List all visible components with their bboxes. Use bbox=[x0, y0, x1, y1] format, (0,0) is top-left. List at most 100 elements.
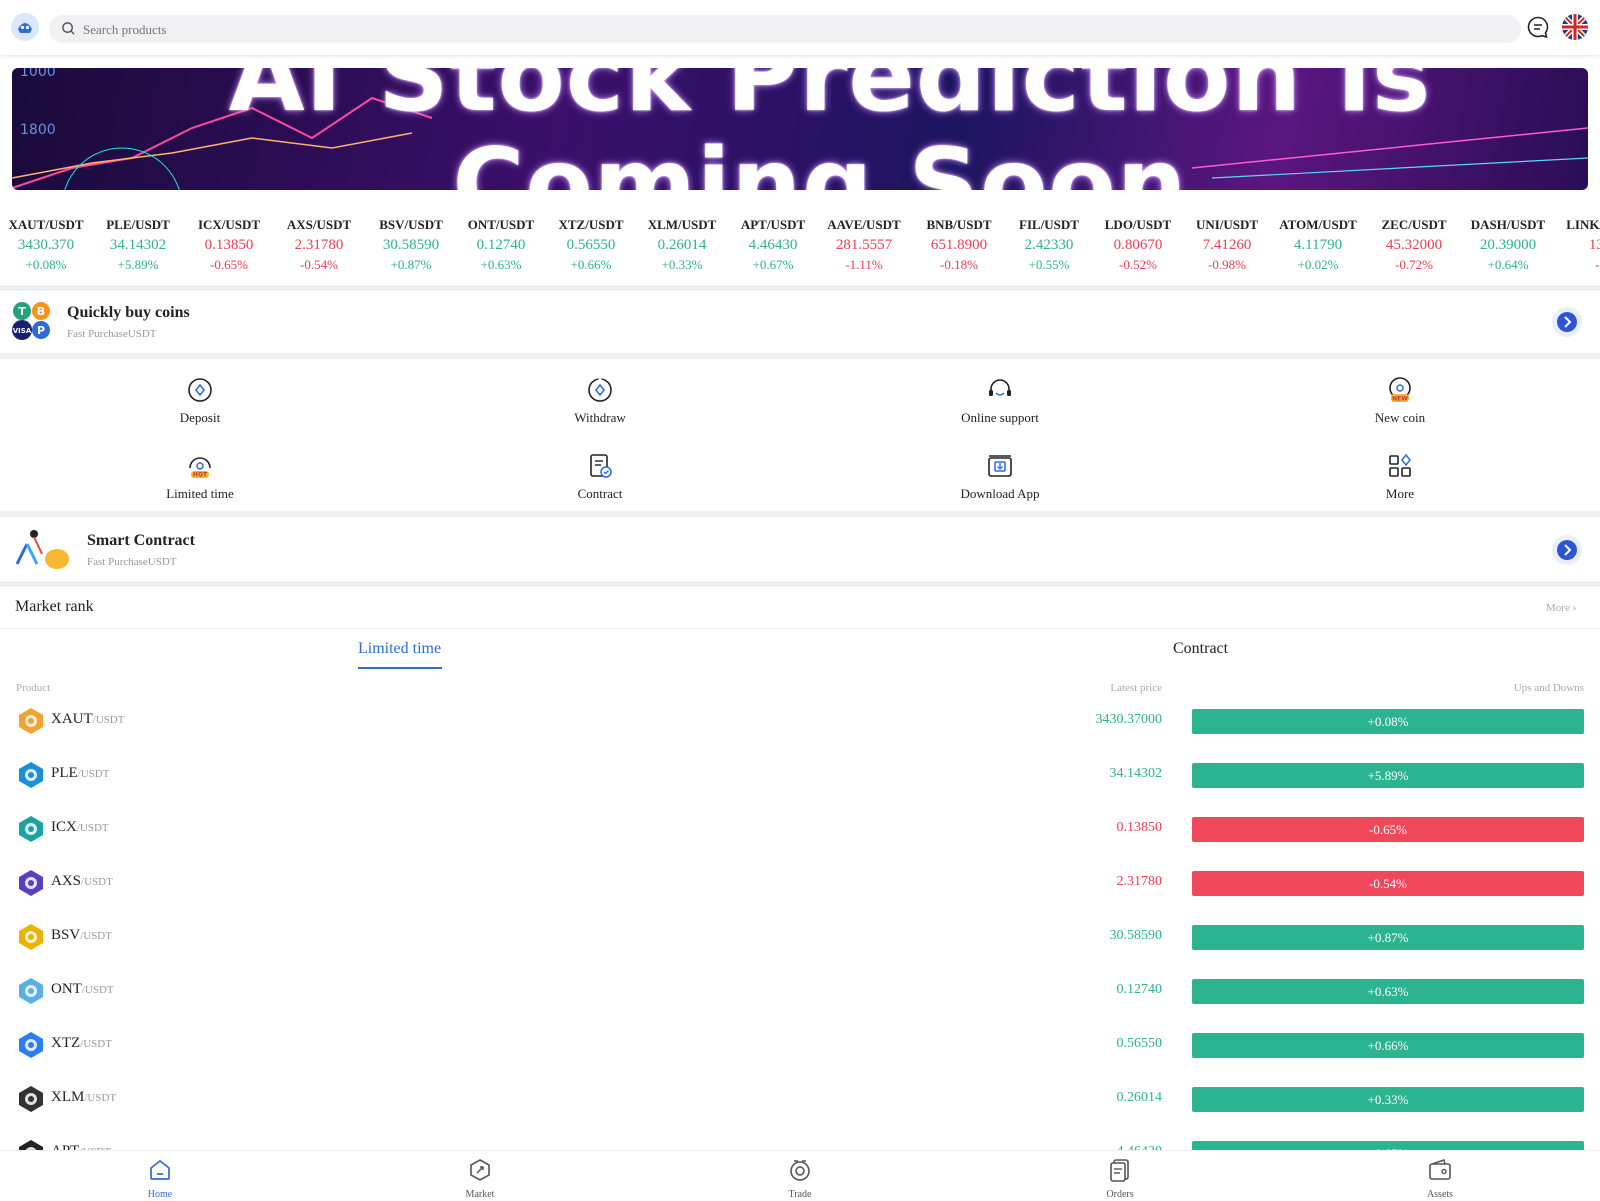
xaut-coin-icon bbox=[19, 708, 43, 734]
ticker-item[interactable]: XAUT/USDT 3430.370 +0.08% bbox=[0, 215, 92, 275]
ticker-item[interactable]: ZEC/USDT 45.32000 -0.72% bbox=[1368, 215, 1460, 275]
nav-label: Home bbox=[147, 1189, 173, 1200]
ticker-item[interactable]: ATOM/USDT 4.11790 +0.02% bbox=[1272, 215, 1364, 275]
nav-item-home[interactable]: Home bbox=[120, 1157, 200, 1200]
ticker-item[interactable]: BSV/USDT 30.58590 +0.87% bbox=[365, 215, 457, 275]
tab-contract[interactable]: Contract bbox=[1173, 640, 1228, 658]
table-row[interactable]: BSV/USDT 30.58590 +0.87% bbox=[0, 913, 1600, 967]
grid-item-limited-time[interactable]: HOT Limited time bbox=[140, 452, 260, 502]
table-row[interactable]: XTZ/USDT 0.56550 +0.66% bbox=[0, 1021, 1600, 1075]
axs-coin-icon bbox=[19, 870, 43, 896]
ticker-change: +0.33% bbox=[661, 257, 703, 272]
nav-label: Assets bbox=[1426, 1189, 1454, 1200]
grid-item-more[interactable]: More bbox=[1340, 452, 1460, 502]
latest-price: 3430.37000 bbox=[1095, 712, 1163, 727]
ticker-change: -1. bbox=[1594, 257, 1600, 272]
grid-item-download-app[interactable]: Download App bbox=[940, 452, 1060, 502]
uk-flag-icon[interactable] bbox=[1562, 14, 1588, 40]
nav-item-orders[interactable]: Orders bbox=[1080, 1157, 1160, 1200]
price-ticker: XAUT/USDT 3430.370 +0.08% PLE/USDT 34.14302 +… bbox=[0, 215, 1600, 287]
ticker-price: 2.42330 bbox=[1024, 237, 1074, 253]
ticker-item[interactable]: UNI/USDT 7.41260 -0.98% bbox=[1181, 215, 1273, 275]
ticker-price: 0.80670 bbox=[1113, 237, 1163, 253]
symbol-base: XLM bbox=[51, 1089, 85, 1105]
ticker-pair: LINK/USDT bbox=[1566, 217, 1600, 232]
grid-item-label: More bbox=[1385, 486, 1415, 501]
promo-banner[interactable]: 1000 1800 AI Stock Prediction is Coming … bbox=[12, 68, 1588, 190]
home-icon bbox=[150, 1159, 170, 1180]
change-badge: -0.65% bbox=[1192, 817, 1584, 842]
table-row[interactable]: ONT/USDT 0.12740 +0.63% bbox=[0, 967, 1600, 1021]
symbol-quote: /USDT bbox=[80, 930, 112, 942]
ticker-item[interactable]: FIL/USDT 2.42330 +0.55% bbox=[1003, 215, 1095, 275]
table-row[interactable]: PLE/USDT 34.14302 +5.89% bbox=[0, 751, 1600, 805]
ticker-item[interactable]: AAVE/USDT 281.5557 -1.11% bbox=[818, 215, 910, 275]
grid-item-deposit[interactable]: Deposit bbox=[140, 376, 260, 426]
ticker-price: 4.11790 bbox=[1293, 237, 1343, 253]
ticker-pair: LDO/USDT bbox=[1104, 217, 1172, 232]
latest-price: 30.58590 bbox=[1109, 928, 1163, 943]
ticker-item[interactable]: XTZ/USDT 0.56550 +0.66% bbox=[545, 215, 637, 275]
grid-item-online-support[interactable]: Online support bbox=[940, 376, 1060, 426]
latest-price: 0.26014 bbox=[1116, 1090, 1163, 1105]
product-symbol: BSV/USDT bbox=[51, 927, 112, 944]
chevron-right-icon bbox=[1564, 544, 1572, 556]
ticker-change: -0.72% bbox=[1395, 257, 1433, 272]
nav-item-trade[interactable]: Trade bbox=[760, 1157, 840, 1200]
grid-item-withdraw[interactable]: Withdraw bbox=[540, 376, 660, 426]
banner-axis-label: 1000 bbox=[20, 68, 56, 80]
chevron-right-icon: › bbox=[1572, 602, 1577, 614]
ticker-item[interactable]: ONT/USDT 0.12740 +0.63% bbox=[455, 215, 547, 275]
table-row[interactable]: XAUT/USDT 3430.37000 +0.08% bbox=[0, 697, 1600, 751]
chat-icon[interactable] bbox=[1526, 15, 1550, 39]
ticker-change: +0.66% bbox=[570, 257, 612, 272]
grid-item-contract[interactable]: Contract bbox=[540, 452, 660, 502]
col-header-price: Latest price bbox=[1110, 682, 1162, 694]
search-bar[interactable] bbox=[49, 15, 1521, 45]
ticker-price: 4.46430 bbox=[748, 237, 798, 253]
ticker-item[interactable]: PLE/USDT 34.14302 +5.89% bbox=[92, 215, 184, 275]
tab-limited-time[interactable]: Limited time bbox=[358, 640, 441, 658]
banner-headline-2: Coming Soon bbox=[452, 128, 1188, 190]
product-symbol: XLM/USDT bbox=[51, 1089, 116, 1106]
nav-item-market[interactable]: Market bbox=[440, 1157, 520, 1200]
grid-item-new-coin[interactable]: NEW New coin bbox=[1340, 376, 1460, 426]
ticker-price: 0.56550 bbox=[566, 237, 616, 253]
col-header-change: Ups and Downs bbox=[1513, 682, 1584, 694]
quick-buy-arrow-button[interactable] bbox=[1552, 307, 1582, 337]
table-row[interactable]: AXS/USDT 2.31780 -0.54% bbox=[0, 859, 1600, 913]
ticker-item[interactable]: APT/USDT 4.46430 +0.67% bbox=[727, 215, 819, 275]
payment-methods-icon: T B VISA P bbox=[12, 302, 50, 340]
ticker-item[interactable]: ICX/USDT 0.13850 -0.65% bbox=[183, 215, 275, 275]
table-row[interactable]: XLM/USDT 0.26014 +0.33% bbox=[0, 1075, 1600, 1129]
ticker-price: 0.26014 bbox=[657, 237, 707, 253]
ticker-change: -0.18% bbox=[940, 257, 978, 272]
smart-contract-arrow-button[interactable] bbox=[1552, 535, 1582, 565]
ticker-price: 0.12740 bbox=[476, 237, 526, 253]
change-badge: +0.66% bbox=[1192, 1033, 1584, 1058]
xlm-coin-icon bbox=[19, 1086, 43, 1112]
smart-contract-row[interactable]: Smart Contract Fast PurchaseUSDT bbox=[0, 519, 1600, 581]
search-input[interactable] bbox=[81, 15, 1485, 45]
ticker-item[interactable]: BNB/USDT 651.8900 -0.18% bbox=[913, 215, 1005, 275]
section-divider bbox=[0, 353, 1600, 359]
quick-buy-row[interactable]: T B VISA P Quickly buy coins Fast Purcha… bbox=[0, 291, 1600, 353]
icx-coin-icon bbox=[19, 816, 43, 842]
ticker-item[interactable]: XLM/USDT 0.26014 +0.33% bbox=[636, 215, 728, 275]
nav-label: Orders bbox=[1106, 1189, 1134, 1200]
market-more-link[interactable]: More › bbox=[1546, 602, 1576, 614]
robot-logo-icon[interactable] bbox=[11, 13, 39, 41]
orders-icon bbox=[1110, 1159, 1129, 1182]
ticker-pair: XTZ/USDT bbox=[558, 217, 624, 232]
ticker-pair: ATOM/USDT bbox=[1279, 217, 1357, 232]
ticker-item[interactable]: LDO/USDT 0.80670 -0.52% bbox=[1092, 215, 1184, 275]
ticker-item[interactable]: AXS/USDT 2.31780 -0.54% bbox=[273, 215, 365, 275]
product-symbol: XAUT/USDT bbox=[51, 711, 124, 728]
download-icon bbox=[988, 455, 1012, 477]
ticker-pair: XAUT/USDT bbox=[8, 217, 84, 232]
table-row[interactable]: ICX/USDT 0.13850 -0.65% bbox=[0, 805, 1600, 859]
ticker-item[interactable]: DASH/USDT 20.39000 +0.64% bbox=[1462, 215, 1554, 275]
ticker-item[interactable]: LINK/USDT 13.2 -1. bbox=[1556, 215, 1600, 275]
nav-item-assets[interactable]: Assets bbox=[1400, 1157, 1480, 1200]
latest-price: 34.14302 bbox=[1109, 766, 1163, 781]
